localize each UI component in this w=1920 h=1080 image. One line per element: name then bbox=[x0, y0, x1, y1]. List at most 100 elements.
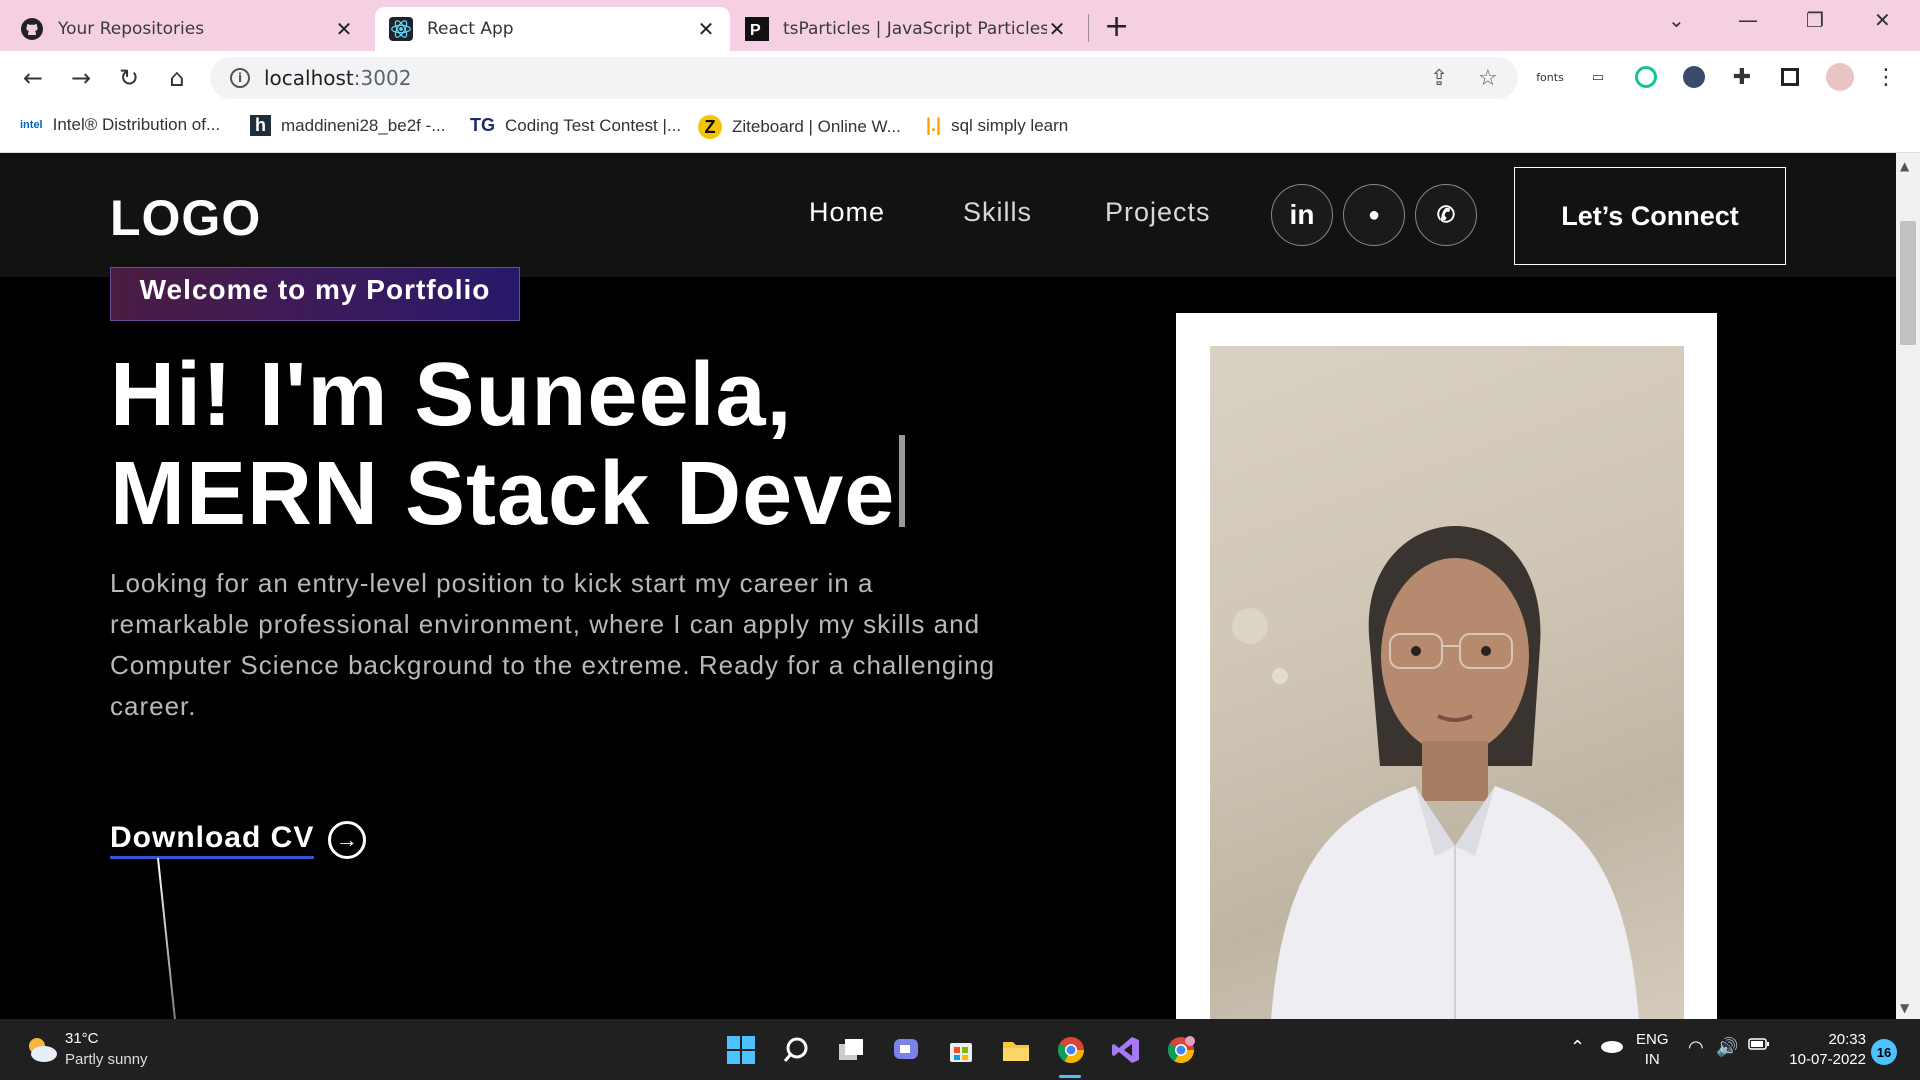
wifi-icon[interactable]: ◠ bbox=[1688, 1037, 1704, 1058]
github-social-icon[interactable]: ● bbox=[1343, 184, 1405, 246]
visual-studio-icon[interactable] bbox=[1109, 1033, 1143, 1067]
tsparticles-icon: P bbox=[745, 17, 769, 41]
ziteboard-icon: Z bbox=[698, 115, 722, 139]
reload-icon[interactable]: ↻ bbox=[114, 63, 144, 93]
minimize-icon[interactable]: — bbox=[1738, 8, 1758, 32]
fonts-extension-label: fonts bbox=[1536, 70, 1564, 84]
github-icon bbox=[20, 17, 44, 41]
headline-typing-text: MERN Stack Deve bbox=[110, 444, 896, 544]
bookmark-intel[interactable]: intel Intel® Distribution of... bbox=[20, 115, 220, 135]
cursor-extension-icon[interactable] bbox=[1680, 63, 1708, 91]
task-view-icon[interactable] bbox=[834, 1033, 868, 1067]
bookmark-label: Coding Test Contest |... bbox=[505, 115, 682, 135]
download-cv-label: Download CV bbox=[110, 821, 315, 859]
chrome-profile-icon[interactable] bbox=[1164, 1033, 1198, 1067]
language-indicator[interactable]: ENG IN bbox=[1636, 1030, 1669, 1070]
close-tab-icon[interactable]: ✕ bbox=[1045, 17, 1069, 41]
scroll-down-icon[interactable]: ▼ bbox=[1900, 1001, 1909, 1015]
side-panel-icon[interactable] bbox=[1776, 63, 1804, 91]
extensions-puzzle-icon[interactable]: ✚ bbox=[1728, 63, 1756, 91]
chrome-icon[interactable] bbox=[1054, 1033, 1088, 1067]
simplilearn-icon: |.| bbox=[926, 115, 942, 135]
download-cv-button[interactable]: Download CV → bbox=[110, 821, 367, 859]
search-icon[interactable] bbox=[779, 1033, 813, 1067]
tab-your-repositories[interactable]: Your Repositories ✕ bbox=[20, 7, 368, 51]
profile-photo bbox=[1210, 346, 1684, 1019]
intel-icon: intel bbox=[20, 119, 43, 131]
scrollbar-thumb[interactable] bbox=[1900, 221, 1916, 345]
particle-streak bbox=[157, 857, 177, 1019]
hackerrank-icon: h bbox=[250, 115, 271, 136]
page-scrollbar[interactable]: ▲ ▼ bbox=[1896, 153, 1920, 1019]
tab-title: React App bbox=[427, 19, 514, 39]
weather-description[interactable]: Partly sunny bbox=[65, 1051, 148, 1068]
new-tab-icon[interactable]: + bbox=[1104, 9, 1129, 44]
fonts-extension-icon[interactable]: fonts bbox=[1536, 63, 1564, 91]
site-info-icon[interactable]: i bbox=[230, 68, 250, 88]
volume-icon[interactable]: 🔊 bbox=[1716, 1037, 1738, 1058]
welcome-tagline: Welcome to my Portfolio bbox=[110, 267, 520, 321]
back-icon[interactable]: ← bbox=[18, 63, 48, 93]
nav-skills[interactable]: Skills bbox=[963, 197, 1032, 228]
store-icon[interactable] bbox=[944, 1033, 978, 1067]
profile-avatar[interactable] bbox=[1826, 63, 1854, 91]
techgig-icon: TG bbox=[470, 115, 495, 135]
show-hidden-icons[interactable]: ⌃ bbox=[1570, 1037, 1585, 1058]
scroll-up-icon[interactable]: ▲ bbox=[1900, 159, 1909, 173]
address-bar[interactable]: i localhost:3002 ⇪ ☆ bbox=[210, 57, 1518, 99]
onedrive-icon[interactable] bbox=[1600, 1037, 1624, 1057]
arrow-right-circle-icon: → bbox=[328, 821, 367, 859]
nav-home[interactable]: Home bbox=[809, 197, 885, 228]
teams-chat-icon[interactable] bbox=[889, 1033, 923, 1067]
portfolio-navbar: LOGO Home Skills Projects in ● ✆ Let’s C… bbox=[0, 153, 1896, 277]
tab-title: tsParticles | JavaScript Particles, Con bbox=[783, 19, 1047, 39]
bookmark-coding-test[interactable]: TG Coding Test Contest |... bbox=[470, 115, 681, 136]
bookmark-label: Ziteboard | Online W... bbox=[732, 117, 901, 136]
tab-search-icon[interactable]: ⌄ bbox=[1668, 8, 1685, 32]
whatsapp-icon[interactable]: ✆ bbox=[1415, 184, 1477, 246]
url-host: localhost bbox=[264, 66, 354, 90]
windows-taskbar: 31°C Partly sunny ⌃ ENG IN ◠ 🔊 20:33 10- bbox=[0, 1019, 1920, 1080]
start-icon[interactable] bbox=[724, 1033, 758, 1067]
cast-icon[interactable]: ▭ bbox=[1584, 63, 1612, 91]
lets-connect-button[interactable]: Let’s Connect bbox=[1514, 167, 1786, 265]
tab-title: Your Repositories bbox=[58, 19, 205, 39]
language-bottom: IN bbox=[1644, 1051, 1660, 1068]
language-top: ENG bbox=[1636, 1031, 1669, 1048]
hero-description: Looking for an entry-level position to k… bbox=[110, 568, 996, 721]
close-tab-icon[interactable]: ✕ bbox=[332, 17, 356, 41]
file-explorer-icon[interactable] bbox=[999, 1033, 1033, 1067]
nav-projects[interactable]: Projects bbox=[1105, 197, 1211, 228]
notification-badge[interactable]: 16 bbox=[1871, 1039, 1897, 1065]
close-tab-icon[interactable]: ✕ bbox=[694, 17, 718, 41]
grammarly-icon[interactable] bbox=[1632, 63, 1660, 91]
profile-photo-frame bbox=[1176, 313, 1717, 1019]
bookmark-maddineni[interactable]: h maddineni28_be2f -... bbox=[250, 115, 445, 136]
clock-date: 10-07-2022 bbox=[1789, 1051, 1866, 1068]
weather-temperature[interactable]: 31°C bbox=[65, 1030, 99, 1047]
tab-react-app[interactable]: React App ✕ bbox=[375, 7, 730, 51]
bookmark-star-icon[interactable]: ☆ bbox=[1478, 66, 1498, 91]
bookmark-label: maddineni28_be2f -... bbox=[281, 115, 446, 135]
restore-icon[interactable]: ❐ bbox=[1806, 8, 1824, 32]
url-port: :3002 bbox=[353, 66, 412, 90]
bookmark-sql[interactable]: |.| sql simply learn bbox=[926, 115, 1068, 136]
share-icon[interactable]: ⇪ bbox=[1430, 66, 1448, 91]
home-icon[interactable]: ⌂ bbox=[162, 63, 192, 93]
bookmark-ziteboard[interactable]: Z Ziteboard | Online W... bbox=[698, 115, 901, 139]
bookmark-label: sql simply learn bbox=[951, 115, 1069, 135]
clock[interactable]: 20:33 10-07-2022 bbox=[1786, 1030, 1866, 1070]
portfolio-page: LOGO Home Skills Projects in ● ✆ Let’s C… bbox=[0, 153, 1896, 1019]
site-logo[interactable]: LOGO bbox=[110, 189, 261, 247]
tab-tsparticles[interactable]: P tsParticles | JavaScript Particles, Co… bbox=[745, 7, 1077, 51]
battery-icon[interactable] bbox=[1748, 1037, 1770, 1055]
bookmarks-bar: intel Intel® Distribution of... h maddin… bbox=[0, 105, 1920, 153]
weather-icon[interactable] bbox=[24, 1035, 58, 1067]
react-icon bbox=[389, 17, 413, 41]
linkedin-icon[interactable]: in bbox=[1271, 184, 1333, 246]
menu-dots-icon[interactable]: ⋮ bbox=[1872, 63, 1900, 91]
tab-strip: Your Repositories ✕ React App ✕ P tsPart… bbox=[0, 0, 1920, 51]
bookmark-label: Intel® Distribution of... bbox=[52, 115, 221, 134]
close-window-icon[interactable]: ✕ bbox=[1874, 8, 1891, 32]
forward-icon[interactable]: → bbox=[66, 63, 96, 93]
